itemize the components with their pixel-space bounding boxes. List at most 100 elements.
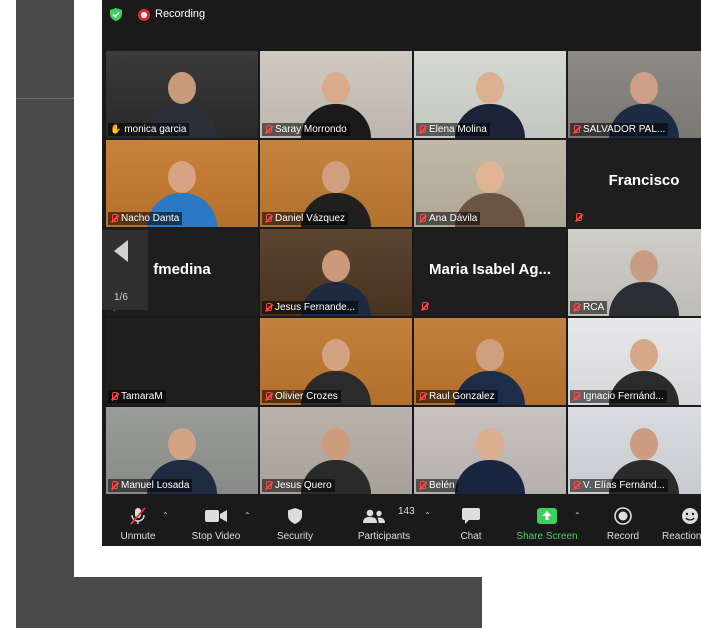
participant-name-label: Manuel Losada <box>108 479 193 492</box>
participant-head <box>476 72 504 104</box>
participants-options-caret-icon[interactable]: ⌃ <box>424 511 431 520</box>
participant-head <box>630 72 658 104</box>
recording-icon <box>138 9 150 21</box>
participant-name-label: Nacho Danta <box>108 212 183 225</box>
muted-microphone-icon <box>110 213 118 224</box>
reactions-button[interactable]: Reactions <box>662 497 701 546</box>
video-tile[interactable]: Nacho Danta <box>106 140 258 227</box>
share-screen-button[interactable]: Share Screen <box>512 497 582 546</box>
participant-display-name: Maria Isabel Ag... <box>429 261 551 278</box>
muted-microphone-icon <box>572 124 580 135</box>
participant-name: Jesus Quero <box>275 480 332 491</box>
participant-name: RCA <box>583 302 605 313</box>
muted-microphone-icon <box>574 213 582 223</box>
participant-name: Manuel Losada <box>121 480 190 491</box>
video-tile[interactable]: Jesus Quero <box>260 407 412 494</box>
video-tile[interactable]: Maria Isabel Ag... <box>414 229 566 316</box>
participant-name-label: Saray Morrondo <box>262 123 350 136</box>
chat-button[interactable]: Chat <box>450 497 492 546</box>
record-label: Record <box>606 531 640 542</box>
video-tile[interactable]: Manuel Losada <box>106 407 258 494</box>
chat-bubble-icon <box>462 508 480 524</box>
background-divider <box>16 98 74 99</box>
participant-name: Daniel Vázquez <box>275 213 346 224</box>
video-tile[interactable]: Belén <box>414 407 566 494</box>
security-button[interactable]: Security <box>270 497 320 546</box>
record-button[interactable]: Record <box>600 497 646 546</box>
participant-head <box>322 72 350 104</box>
audio-options-caret-icon[interactable]: ⌃ <box>162 511 169 520</box>
muted-microphone-icon <box>418 480 426 491</box>
video-tile[interactable]: Raul Gonzalez <box>414 318 566 405</box>
participant-name: Saray Morrondo <box>275 124 347 135</box>
participant-head <box>476 339 504 371</box>
chat-label: Chat <box>460 531 482 542</box>
stop-video-label: Stop Video <box>191 531 241 542</box>
meeting-toolbar: Unmute ⌃ Stop Video ⌃ Security 143 Parti… <box>102 497 701 546</box>
participant-name-label: Ana Dávila <box>416 212 481 225</box>
participants-label: Participants <box>357 531 411 542</box>
reactions-label: Reactions <box>662 531 701 542</box>
video-tile[interactable]: Daniel Vázquez <box>260 140 412 227</box>
video-tile[interactable]: Saray Morrondo <box>260 51 412 138</box>
participant-head <box>322 250 350 282</box>
participant-head <box>476 161 504 193</box>
video-options-caret-icon[interactable]: ⌃ <box>244 511 251 520</box>
muted-microphone-icon <box>264 302 272 313</box>
participant-name-label: Jesus Quero <box>262 479 335 492</box>
video-tile[interactable]: Francisco <box>568 140 701 227</box>
zoom-meeting-window: Recording ✋ monica garcia Saray Morrondo El… <box>102 0 701 546</box>
share-screen-icon <box>537 508 557 524</box>
participants-button[interactable]: 143 Participants <box>348 497 420 546</box>
participant-name: Jesus Fernande... <box>275 302 356 313</box>
meeting-top-bar: Recording <box>102 0 701 30</box>
unmute-button[interactable]: Unmute <box>110 497 166 546</box>
participants-count: 143 <box>398 506 415 517</box>
muted-microphone-icon <box>110 391 118 402</box>
share-screen-label: Share Screen <box>516 531 578 542</box>
participant-head <box>476 428 504 460</box>
participant-name-label: Elena Molina <box>416 123 490 136</box>
security-shield-icon[interactable] <box>110 8 122 21</box>
stop-video-button[interactable]: Stop Video <box>186 497 246 546</box>
participant-name: Elena Molina <box>429 124 487 135</box>
participant-name: Ana Dávila <box>429 213 478 224</box>
participant-name-label: Jesus Fernande... <box>262 301 359 314</box>
record-icon <box>614 507 632 525</box>
smiley-icon <box>682 508 698 524</box>
video-camera-icon <box>205 510 227 522</box>
video-tile[interactable]: Jesus Fernande... <box>260 229 412 316</box>
participant-head <box>168 428 196 460</box>
video-tile[interactable]: Ignacio Fernánd... <box>568 318 701 405</box>
video-tile[interactable]: TamaraMTamaraM <box>106 318 258 405</box>
participant-name-label: Ignacio Fernánd... <box>570 390 667 403</box>
share-options-caret-icon[interactable]: ⌃ <box>574 511 581 520</box>
participant-head <box>322 339 350 371</box>
participant-name-label: RCA <box>570 301 608 314</box>
participant-name-label: Belén <box>416 479 458 492</box>
security-label: Security <box>276 531 314 542</box>
participant-name: TamaraM <box>121 391 163 402</box>
participant-name-label: Daniel Vázquez <box>262 212 349 225</box>
participant-head <box>630 250 658 282</box>
participant-name: SALVADOR PAL... <box>583 124 666 135</box>
muted-microphone-icon <box>418 124 426 135</box>
previous-page-button[interactable]: 1/6 <box>102 230 148 310</box>
video-tile[interactable]: RCA <box>568 229 701 316</box>
participant-name-label: Raul Gonzalez <box>416 390 498 403</box>
video-tile[interactable]: Olivier Crozes <box>260 318 412 405</box>
participant-head <box>322 161 350 193</box>
video-tile[interactable]: ✋ monica garcia <box>106 51 258 138</box>
muted-microphone-icon <box>572 391 580 402</box>
video-tile[interactable]: SALVADOR PAL... <box>568 51 701 138</box>
video-tile[interactable]: Elena Molina <box>414 51 566 138</box>
video-tile[interactable]: V. Elías Fernánd... <box>568 407 701 494</box>
participants-icon <box>363 509 385 523</box>
muted-microphone-icon <box>418 213 426 224</box>
video-tile[interactable]: Ana Dávila <box>414 140 566 227</box>
participant-name: Olivier Crozes <box>275 391 338 402</box>
participant-name-label: TamaraM <box>108 390 166 403</box>
participant-name: Belén <box>429 480 455 491</box>
chevron-left-icon <box>114 240 128 262</box>
shield-icon <box>288 508 302 524</box>
